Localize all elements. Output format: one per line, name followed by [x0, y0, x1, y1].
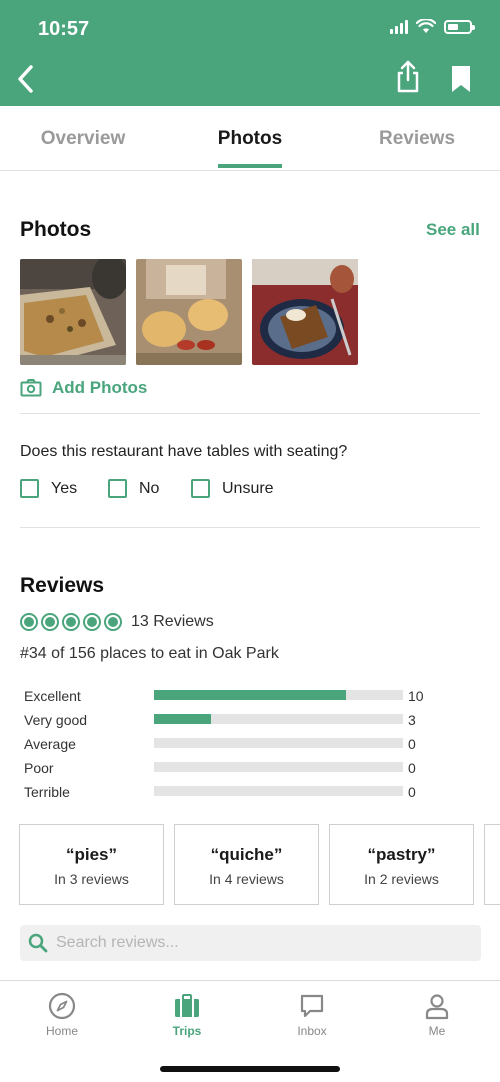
nav-trips[interactable]: Trips: [137, 991, 237, 1038]
option-label: Yes: [51, 479, 78, 497]
mention-count: In 4 reviews: [209, 871, 284, 887]
mention-count: In 2 reviews: [364, 871, 439, 887]
rating-bubble-icon: [41, 613, 59, 631]
add-photos-button[interactable]: Add Photos: [20, 378, 147, 398]
nav-label: Inbox: [297, 1024, 327, 1038]
chevron-left-icon: [18, 65, 33, 93]
cellular-signal-icon: [390, 19, 408, 34]
breakdown-bar-terrible: [154, 786, 403, 796]
reviews-heading: Reviews: [20, 574, 105, 597]
rating-bubble-icon: [20, 613, 38, 631]
compass-icon: [48, 992, 76, 1020]
active-tab-indicator: [218, 164, 282, 168]
breakdown-bar-average: [154, 738, 403, 748]
rating-bubble-icon: [62, 613, 80, 631]
mention-chip-partial[interactable]: [484, 824, 500, 905]
share-button[interactable]: [393, 59, 423, 95]
photos-heading: Photos: [20, 218, 92, 241]
option-yes[interactable]: Yes: [20, 479, 77, 498]
option-unsure[interactable]: Unsure: [191, 479, 274, 498]
nav-inbox[interactable]: Inbox: [262, 991, 362, 1038]
add-photos-label: Add Photos: [52, 378, 148, 397]
option-label: Unsure: [222, 479, 274, 497]
home-indicator: [160, 1066, 340, 1072]
nav-label: Home: [45, 1024, 78, 1038]
mention-term: “pies”: [65, 845, 118, 864]
mention-term: “pastry”: [367, 845, 436, 864]
no-checkbox[interactable]: [108, 479, 127, 498]
chat-bubble-icon: [300, 994, 324, 1018]
battery-icon: [444, 19, 475, 34]
yes-checkbox[interactable]: [20, 479, 39, 498]
breakdown-bar-fill: [154, 690, 346, 700]
breakdown-label-terrible: Terrible: [24, 784, 70, 800]
divider: [20, 527, 480, 528]
app-header: 10:57: [0, 0, 500, 106]
mention-chip-pastry[interactable]: “pastry” In 2 reviews: [329, 824, 474, 905]
nav-label: Me: [428, 1024, 446, 1038]
review-count: 13 Reviews: [131, 613, 214, 630]
rating-bubble-icon: [83, 613, 101, 631]
breakdown-bar-fill: [154, 714, 212, 724]
mention-count: In 3 reviews: [54, 871, 129, 887]
search-icon: [28, 933, 48, 953]
photo-thumbnail-french-toast[interactable]: [252, 259, 358, 365]
breakdown-bar-poor: [154, 762, 403, 772]
bubble-rating: 13 Reviews: [20, 613, 214, 631]
search-reviews-field[interactable]: [20, 925, 481, 961]
unsure-checkbox[interactable]: [191, 479, 210, 498]
camera-icon: [20, 379, 42, 397]
wifi-icon: [416, 19, 436, 33]
share-icon: [397, 60, 419, 93]
breakdown-label-very-good: Very good: [24, 712, 88, 728]
mention-term: “quiche”: [210, 845, 283, 864]
breakdown-label-poor: Poor: [24, 760, 54, 776]
breakdown-bar-very-good: [154, 714, 403, 724]
status-icons: [390, 19, 475, 34]
nav-label: Trips: [172, 1024, 202, 1038]
breakdown-count-poor: 0: [408, 760, 416, 776]
search-reviews-input[interactable]: [56, 934, 456, 952]
mention-chip-pies[interactable]: “pies” In 3 reviews: [19, 824, 164, 905]
nav-home[interactable]: Home: [12, 991, 112, 1038]
tab-overview[interactable]: Overview: [3, 128, 163, 150]
rating-bubble-icon: [104, 613, 122, 631]
person-icon: [425, 994, 449, 1020]
tab-photos[interactable]: Photos: [170, 128, 330, 150]
tab-reviews[interactable]: Reviews: [337, 128, 497, 150]
tab-bar: Overview Photos Reviews: [0, 106, 500, 171]
suitcase-icon: [175, 994, 199, 1017]
see-all-photos-link[interactable]: See all: [426, 220, 480, 240]
divider: [20, 413, 480, 414]
photo-thumbnail-quiche[interactable]: [20, 259, 126, 365]
mention-chip-quiche[interactable]: “quiche” In 4 reviews: [174, 824, 319, 905]
save-bookmark-button[interactable]: [448, 64, 474, 94]
breakdown-count-average: 0: [408, 736, 416, 752]
ranking-text: #34 of 156 places to eat in Oak Park: [20, 645, 279, 662]
status-time: 10:57: [38, 18, 90, 40]
option-no[interactable]: No: [108, 479, 159, 498]
nav-me[interactable]: Me: [387, 991, 487, 1038]
back-button[interactable]: [10, 62, 40, 96]
breakdown-count-terrible: 0: [408, 784, 416, 800]
bottom-tab-bar: Home Trips Inbox Me: [0, 980, 500, 1082]
breakdown-label-average: Average: [24, 736, 76, 752]
breakdown-label-excellent: Excellent: [24, 688, 81, 704]
bookmark-icon: [452, 66, 470, 92]
breakdown-bar-excellent: [154, 690, 403, 700]
breakdown-count-excellent: 10: [408, 688, 424, 704]
seating-question: Does this restaurant have tables with se…: [20, 443, 348, 460]
breakdown-count-very-good: 3: [408, 712, 416, 728]
photo-thumbnail-biscuits[interactable]: [136, 259, 242, 365]
option-label: No: [139, 479, 160, 497]
